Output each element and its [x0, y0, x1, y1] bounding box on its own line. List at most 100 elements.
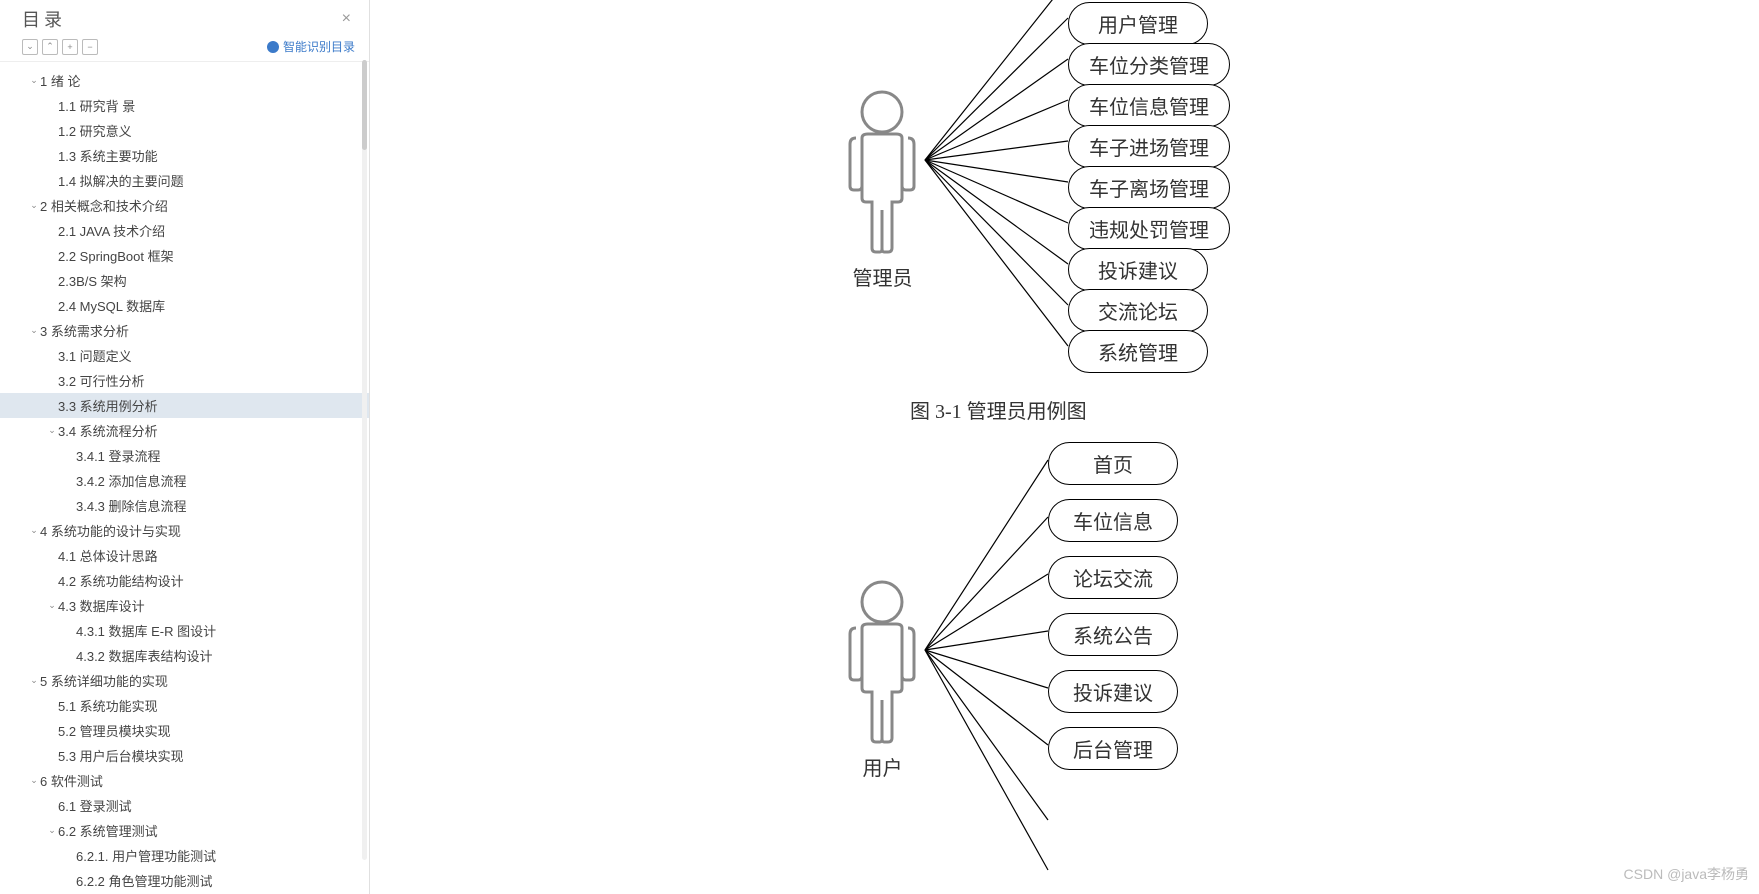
usecase-bubble: 论坛交流 [1048, 556, 1178, 599]
usecase-bubble: 用户管理 [1068, 2, 1208, 45]
tree-item[interactable]: ⌄3 系统需求分析 [0, 318, 369, 343]
tree-item-label: 1.1 研究背 景 [58, 96, 135, 115]
usecase-bubble: 车位分类管理 [1068, 43, 1230, 86]
caret-icon[interactable]: ⌄ [46, 425, 58, 436]
actor-admin: 管理员 [840, 90, 925, 291]
tree-item-label: 3.1 问题定义 [58, 346, 132, 365]
tree-item-label: 5.2 管理员模块实现 [58, 721, 171, 740]
tree-item-label: 6.2.1. 用户管理功能测试 [76, 846, 216, 865]
tree-item-label: 4.3 数据库设计 [58, 596, 145, 615]
outline-tree[interactable]: ⌄1 绪 论1.1 研究背 景1.2 研究意义1.3 系统主要功能1.4 拟解决… [0, 62, 369, 892]
tree-item[interactable]: 1.1 研究背 景 [0, 93, 369, 118]
usecase-bubble: 交流论坛 [1068, 289, 1208, 332]
tree-item[interactable]: 2.2 SpringBoot 框架 [0, 243, 369, 268]
tree-item-label: 1.4 拟解决的主要问题 [58, 171, 184, 190]
caret-icon[interactable]: ⌄ [46, 600, 58, 611]
tree-item-label: 3.4.3 删除信息流程 [76, 496, 187, 515]
caret-icon[interactable]: ⌄ [46, 825, 58, 836]
tree-item-label: 4.3.1 数据库 E-R 图设计 [76, 621, 216, 640]
tree-item[interactable]: ⌄1 绪 论 [0, 68, 369, 93]
ai-recognize-link[interactable]: 智能识别目录 [267, 38, 355, 55]
tree-item[interactable]: 4.3.1 数据库 E-R 图设计 [0, 618, 369, 643]
tree-item-label: 6.2 系统管理测试 [58, 821, 158, 840]
tree-item[interactable]: ⌄5 系统详细功能的实现 [0, 668, 369, 693]
caret-icon[interactable]: ⌄ [28, 200, 40, 211]
scrollbar-track [362, 60, 367, 860]
tree-item-label: 6.1 登录测试 [58, 796, 132, 815]
collapse-all-icon[interactable]: ⌃ [42, 39, 58, 55]
tree-item[interactable]: ⌄6.2 系统管理测试 [0, 818, 369, 843]
tree-item[interactable]: ⌄3.4 系统流程分析 [0, 418, 369, 443]
tree-item[interactable]: 5.1 系统功能实现 [0, 693, 369, 718]
tree-item[interactable]: 1.2 研究意义 [0, 118, 369, 143]
tree-item-label: 3.4.2 添加信息流程 [76, 471, 187, 490]
usecase-bubble: 系统管理 [1068, 330, 1208, 373]
tree-item[interactable]: 6.1 登录测试 [0, 793, 369, 818]
tree-item-label: 4 系统功能的设计与实现 [40, 521, 181, 540]
usecase-bubble: 车子离场管理 [1068, 166, 1230, 209]
tree-item-label: 4.3.2 数据库表结构设计 [76, 646, 213, 665]
add-icon[interactable]: + [62, 39, 78, 55]
close-icon[interactable]: × [336, 10, 357, 28]
tree-item-label: 3.4.1 登录流程 [76, 446, 161, 465]
tree-item[interactable]: 1.3 系统主要功能 [0, 143, 369, 168]
toolbar-icons: ⌄ ⌃ + − [22, 39, 98, 55]
tree-item[interactable]: 3.4.2 添加信息流程 [0, 468, 369, 493]
tree-item-label: 3 系统需求分析 [40, 321, 129, 340]
caret-icon[interactable]: ⌄ [28, 525, 40, 536]
usecase-diagram-area: 管理员 用户管理车位分类管理车位信息管理车子进场管理车子离场管理违规处罚管理投诉… [430, 0, 1530, 894]
usecase-bubble: 车子进场管理 [1068, 125, 1230, 168]
tree-item-label: 4.1 总体设计思路 [58, 546, 158, 565]
expand-all-icon[interactable]: ⌄ [22, 39, 38, 55]
usecase-bubble: 后台管理 [1048, 727, 1178, 770]
tree-item-label: 3.3 系统用例分析 [58, 396, 158, 415]
usecase-bubble: 投诉建议 [1048, 670, 1178, 713]
usecase-bubble: 首页 [1048, 442, 1178, 485]
tree-item-label: 3.4 系统流程分析 [58, 421, 158, 440]
tree-item[interactable]: 2.1 JAVA 技术介绍 [0, 218, 369, 243]
usecase-bubble: 投诉建议 [1068, 248, 1208, 291]
ai-dot-icon [267, 41, 279, 53]
caret-icon[interactable]: ⌄ [28, 325, 40, 336]
tree-item-label: 1 绪 论 [40, 71, 80, 90]
tree-item[interactable]: 3.2 可行性分析 [0, 368, 369, 393]
tree-item-label: 6.2.2 角色管理功能测试 [76, 871, 213, 890]
tree-item-label: 2.1 JAVA 技术介绍 [58, 221, 165, 240]
tree-item-label: 5.1 系统功能实现 [58, 696, 158, 715]
tree-item[interactable]: ⌄4 系统功能的设计与实现 [0, 518, 369, 543]
scrollbar-thumb[interactable] [362, 60, 367, 150]
tree-item[interactable]: 4.2 系统功能结构设计 [0, 568, 369, 593]
tree-item[interactable]: ⌄2 相关概念和技术介绍 [0, 193, 369, 218]
tree-item[interactable]: 4.1 总体设计思路 [0, 543, 369, 568]
remove-icon[interactable]: − [82, 39, 98, 55]
tree-item[interactable]: 4.3.2 数据库表结构设计 [0, 643, 369, 668]
caret-icon[interactable]: ⌄ [28, 675, 40, 686]
tree-item[interactable]: 1.4 拟解决的主要问题 [0, 168, 369, 193]
tree-item-label: 1.2 研究意义 [58, 121, 132, 140]
tree-item[interactable]: ⌄4.3 数据库设计 [0, 593, 369, 618]
caret-icon[interactable]: ⌄ [28, 775, 40, 786]
outline-sidebar: 目录 × ⌄ ⌃ + − 智能识别目录 ⌄1 绪 论1.1 研究背 景1.2 研… [0, 0, 370, 894]
tree-item[interactable]: 5.2 管理员模块实现 [0, 718, 369, 743]
sidebar-title: 目录 [22, 6, 66, 32]
tree-item[interactable]: 6.2.2 角色管理功能测试 [0, 868, 369, 892]
tree-item[interactable]: 3.4.3 删除信息流程 [0, 493, 369, 518]
tree-item-label: 5 系统详细功能的实现 [40, 671, 168, 690]
tree-item-label: 2.4 MySQL 数据库 [58, 296, 165, 315]
tree-item-label: 2.2 SpringBoot 框架 [58, 246, 174, 265]
caret-icon[interactable]: ⌄ [28, 75, 40, 86]
sidebar-header: 目录 × [0, 0, 369, 34]
tree-item[interactable]: 3.3 系统用例分析 [0, 393, 369, 418]
tree-item[interactable]: 3.1 问题定义 [0, 343, 369, 368]
tree-item[interactable]: 5.3 用户后台模块实现 [0, 743, 369, 768]
actor-user: 用户 [840, 580, 925, 781]
usecase-bubble: 违规处罚管理 [1068, 207, 1230, 250]
tree-item[interactable]: 2.4 MySQL 数据库 [0, 293, 369, 318]
tree-item[interactable]: 3.4.1 登录流程 [0, 443, 369, 468]
usecase-bubble: 车位信息管理 [1068, 84, 1230, 127]
tree-item[interactable]: 2.3B/S 架构 [0, 268, 369, 293]
tree-item[interactable]: 6.2.1. 用户管理功能测试 [0, 843, 369, 868]
tree-item[interactable]: ⌄6 软件测试 [0, 768, 369, 793]
tree-item-label: 6 软件测试 [40, 771, 103, 790]
usecase-bubble: 车位信息 [1048, 499, 1178, 542]
